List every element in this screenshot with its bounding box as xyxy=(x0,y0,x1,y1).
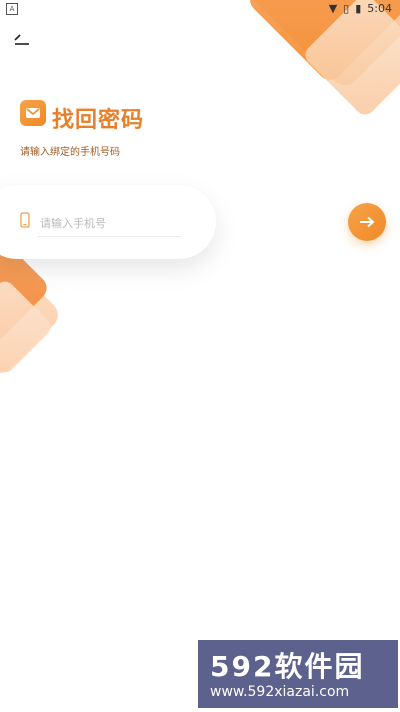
status-bar: A ▼ ▯ ▮ 5:04 xyxy=(0,0,400,18)
watermark-title: 592软件园 xyxy=(210,650,365,683)
arrow-right-icon xyxy=(360,216,375,228)
next-button[interactable] xyxy=(348,203,386,241)
mail-logo-icon xyxy=(20,100,46,126)
status-icons: ▼ ▯ ▮ 5:04 xyxy=(329,2,392,15)
back-button[interactable] xyxy=(12,32,32,48)
watermark-url: www.592xiazai.com xyxy=(210,684,350,700)
back-arrow-icon xyxy=(14,34,29,45)
app-notification-icon: A xyxy=(6,3,18,15)
wifi-icon: ▼ xyxy=(328,2,338,15)
page-subtitle: 请输入绑定的手机号码 xyxy=(20,147,120,158)
status-time: 5:04 xyxy=(367,2,392,15)
page-title: 找回密码 xyxy=(52,108,145,133)
no-sim-icon: ▯ xyxy=(343,2,350,15)
battery-icon: ▮ xyxy=(355,2,362,15)
phone-icon xyxy=(20,212,30,228)
phone-input[interactable] xyxy=(38,210,180,237)
